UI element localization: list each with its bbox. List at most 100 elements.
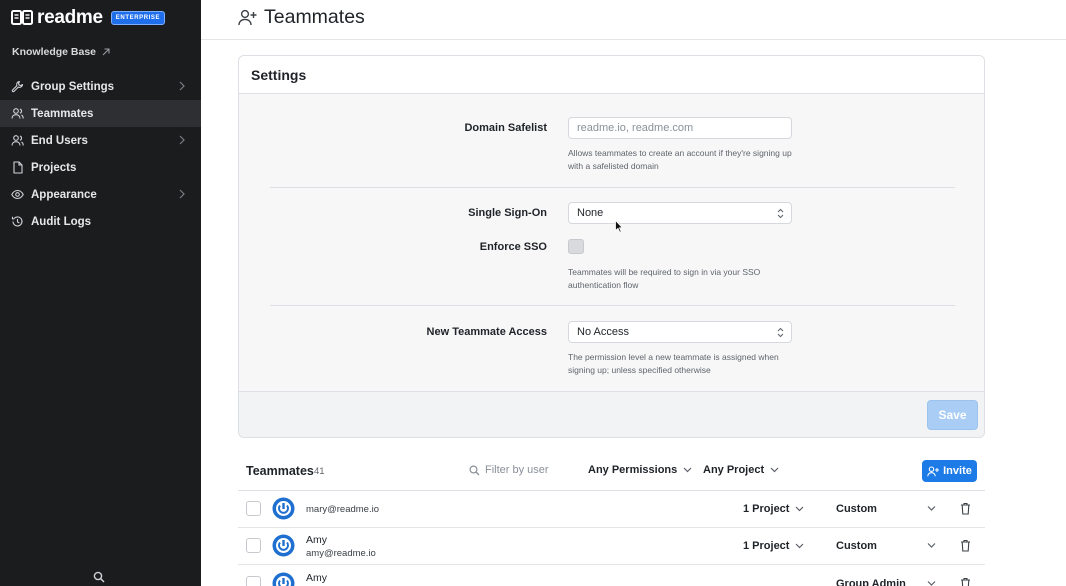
select-arrows-icon [777,208,784,219]
row-name: Amy [306,534,327,546]
search-icon [469,464,480,475]
row-checkbox[interactable] [246,538,261,553]
readme-logo-icon [11,10,33,25]
page-title: Teammates [264,6,365,28]
avatar [272,572,295,586]
table-row: Amy Group Admin [238,566,985,586]
invite-label: Invite [943,465,972,477]
chevron-down-icon[interactable] [927,542,936,549]
teammates-toolbar: Teammates 41 Filter by user Any Permissi… [238,459,985,491]
chevron-down-icon [796,506,804,512]
row-email: amy@readme.io [306,548,376,559]
user-plus-icon [927,465,940,476]
row-projects-label: 1 Project [743,503,790,515]
row-checkbox[interactable] [246,501,261,516]
divider [270,187,955,188]
sso-select[interactable]: None [568,202,792,224]
table-row: mary@readme.io 1 Project Custom [238,491,985,528]
settings-card-footer: Save [239,391,984,437]
new-teammate-access-select[interactable]: No Access [568,321,792,343]
eye-icon [11,188,24,201]
row-email: mary@readme.io [306,504,379,515]
sidebar-item-audit-logs[interactable]: Audit Logs [0,208,201,235]
save-button[interactable]: Save [927,400,978,430]
teammates-title: Teammates [246,464,314,478]
sidebar-nav: Group Settings Teammates End Users Proje… [0,73,201,235]
row-role[interactable]: Custom [836,540,877,552]
user-plus-icon [238,9,257,26]
history-icon [11,215,24,228]
row-name: Amy [306,572,327,584]
chevron-down-icon [796,543,804,549]
invite-button[interactable]: Invite [922,460,977,482]
trash-icon[interactable] [960,577,971,586]
users-icon [11,134,24,147]
new-teammate-access-value: No Access [577,326,629,338]
permissions-dropdown-label: Any Permissions [588,464,678,476]
sidebar-item-appearance[interactable]: Appearance [0,181,201,208]
sidebar-item-label: Teammates [31,107,94,120]
sidebar-item-teammates[interactable]: Teammates [0,100,201,127]
enterprise-badge: ENTERPRISE [110,11,166,25]
external-arrow-icon [102,48,110,56]
enforce-sso-label: Enforce SSO [479,241,547,253]
avatar [272,534,295,557]
sidebar-item-group-settings[interactable]: Group Settings [0,73,201,100]
divider [270,305,955,306]
wrench-icon [11,80,24,93]
search-icon[interactable] [93,571,105,583]
sidebar-item-end-users[interactable]: End Users [0,127,201,154]
mouse-cursor-icon [615,220,623,233]
trash-icon[interactable] [960,539,971,552]
sidebar-item-projects[interactable]: Projects [0,154,201,181]
row-role[interactable]: Group Admin [836,578,906,586]
new-teammate-access-label: New Teammate Access [426,326,547,338]
settings-card: Settings Domain Safelist Allows teammate… [238,55,985,438]
sidebar-item-label: Audit Logs [31,215,92,228]
row-role[interactable]: Custom [836,503,877,515]
row-projects-label: 1 Project [743,540,790,552]
row-projects-dropdown[interactable]: 1 Project [743,540,804,552]
domain-safelist-help: Allows teammates to create an account if… [568,148,792,171]
knowledge-base-label: Knowledge Base [12,46,97,58]
new-teammate-access-help: The permission level a new teammate is a… [568,352,779,375]
sidebar: readme ENTERPRISE Knowledge Base Group S… [0,0,201,586]
project-dropdown[interactable]: Any Project [703,464,779,476]
domain-safelist-input[interactable] [568,117,792,139]
chevron-down-icon[interactable] [927,505,936,512]
chevron-down-icon[interactable] [927,580,936,586]
chevron-down-icon [683,467,692,473]
select-arrows-icon [777,327,784,338]
chevron-right-icon [179,189,185,199]
filter-placeholder: Filter by user [485,464,549,476]
sso-label: Single Sign-On [468,207,547,219]
sidebar-item-label: Appearance [31,188,97,201]
chevron-down-icon [770,467,779,473]
chevron-right-icon [179,81,185,91]
chevron-right-icon [179,135,185,145]
table-row: Amy amy@readme.io 1 Project Custom [238,528,985,565]
logo[interactable]: readme ENTERPRISE [11,7,166,28]
enforce-sso-help: Teammates will be required to sign in vi… [568,267,761,290]
row-projects-dropdown[interactable]: 1 Project [743,503,804,515]
row-checkbox[interactable] [246,576,261,586]
trash-icon[interactable] [960,502,971,515]
users-icon [11,107,24,120]
settings-title: Settings [251,67,307,83]
sidebar-item-label: Projects [31,161,77,174]
project-dropdown-label: Any Project [703,464,765,476]
teammates-count: 41 [314,466,325,477]
knowledge-base-link[interactable]: Knowledge Base [12,46,110,58]
domain-safelist-label: Domain Safelist [464,122,547,134]
enforce-sso-checkbox[interactable] [568,239,584,254]
file-icon [11,161,24,174]
settings-card-header: Settings [239,56,984,94]
avatar [272,497,295,520]
permissions-dropdown[interactable]: Any Permissions [588,464,692,476]
sidebar-item-label: Group Settings [31,80,115,93]
sso-select-value: None [577,207,604,219]
sidebar-item-label: End Users [31,134,88,147]
filter-by-user[interactable]: Filter by user [469,464,549,476]
page-header: Teammates [201,0,1066,40]
logo-text: readme [37,7,103,28]
